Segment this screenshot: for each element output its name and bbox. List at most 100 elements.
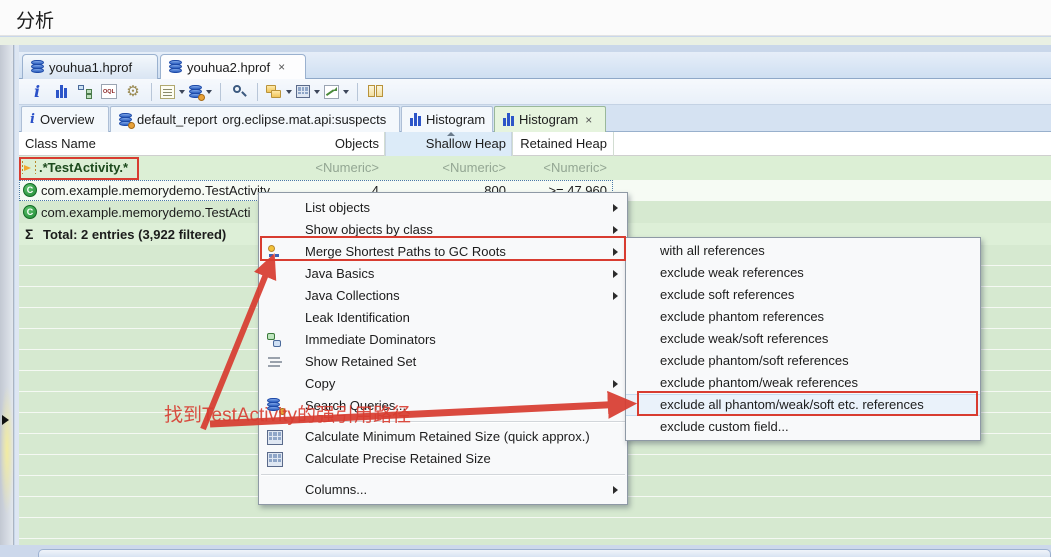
context-menu: List objects Show objects by class Merge… — [258, 192, 628, 505]
group-icon — [266, 84, 282, 99]
chevron-down-icon — [179, 89, 185, 94]
histogram-icon — [410, 113, 421, 126]
close-tab-icon[interactable]: × — [585, 113, 592, 127]
dominators-icon — [267, 333, 283, 348]
find-button[interactable] — [229, 82, 249, 102]
tab-youhua2[interactable]: youhua2.hprof × — [160, 54, 306, 79]
tab-label: Histogram — [519, 112, 579, 127]
query-list-button[interactable] — [160, 82, 185, 102]
restore-panel-arrow-icon[interactable] — [2, 415, 9, 425]
rail-highlight — [0, 385, 14, 515]
menu-item-show-retained-set[interactable]: Show Retained Set — [259, 351, 627, 373]
submenu-arrow-icon — [613, 380, 618, 388]
submenu-item-exclude-weak[interactable]: exclude weak references — [626, 262, 980, 284]
filter-icon — [22, 161, 36, 174]
mat-window: 分析 youhua1.hprof youhua2.hprof × i OQL ⚙ — [0, 0, 1051, 557]
db-gear-icon — [189, 84, 205, 101]
calculator-icon — [267, 452, 283, 467]
menu-item-java-basics[interactable]: Java Basics — [259, 263, 627, 285]
toolbar-separator — [151, 82, 152, 101]
percentage-view-button[interactable] — [324, 82, 349, 102]
total-text: Total: 2 entries (3,922 filtered) — [43, 227, 227, 242]
search-queries-dropdown-button[interactable] — [189, 82, 212, 102]
close-tab-icon[interactable]: × — [278, 60, 285, 74]
submenu-arrow-icon — [613, 226, 618, 234]
tab-label: Histogram — [426, 112, 486, 127]
filter-row[interactable]: .*TestActivity.* <Numeric> <Numeric> <Nu… — [19, 156, 1051, 180]
menu-item-columns[interactable]: Columns... — [259, 479, 627, 501]
submenu-arrow-icon — [613, 204, 618, 212]
menu-item-merge-shortest-paths[interactable]: Merge Shortest Paths to GC Roots — [259, 241, 627, 263]
tab-sublabel: org.eclipse.mat.api:suspects — [222, 112, 387, 127]
minimized-bottom-panel[interactable] — [38, 549, 1051, 557]
oql-icon: OQL — [101, 84, 117, 99]
sigma-icon: Σ — [25, 226, 34, 242]
column-retained-heap[interactable]: Retained Heap — [459, 132, 607, 156]
filter-retained-input[interactable]: <Numeric> — [459, 156, 607, 180]
filter-pattern-input[interactable]: .*TestActivity.* — [39, 160, 128, 175]
chart-icon — [324, 84, 339, 99]
tab-histogram-1[interactable]: Histogram — [401, 106, 493, 132]
tab-youhua1[interactable]: youhua1.hprof — [22, 54, 158, 79]
chevron-down-icon — [286, 89, 292, 94]
oql-button[interactable]: OQL — [99, 82, 119, 102]
submenu-item-exclude-all-etc[interactable]: exclude all phantom/weak/soft etc. refer… — [626, 394, 980, 416]
submenu-arrow-icon — [613, 486, 618, 494]
tab-histogram-2[interactable]: Histogram × — [494, 106, 606, 132]
dominator-tree-icon — [77, 84, 93, 99]
report-db-icon — [119, 112, 135, 129]
menu-item-calc-minimum-retained[interactable]: Calculate Minimum Retained Size (quick a… — [259, 426, 627, 448]
minimized-view-rail[interactable] — [0, 45, 14, 557]
submenu-item-exclude-custom-field[interactable]: exclude custom field... — [626, 416, 980, 438]
chevron-down-icon — [314, 89, 320, 94]
submenu-item-exclude-weak-soft[interactable]: exclude weak/soft references — [626, 328, 980, 350]
page-title: 分析 — [16, 11, 55, 32]
menu-item-leak-identification[interactable]: Leak Identification — [259, 307, 627, 329]
submenu-item-exclude-phantom-weak[interactable]: exclude phantom/weak references — [626, 372, 980, 394]
group-by-button[interactable] — [266, 82, 292, 102]
menu-item-calc-precise-retained[interactable]: Calculate Precise Retained Size — [259, 448, 627, 470]
heap-dump-icon — [169, 60, 182, 74]
submenu-item-exclude-soft[interactable]: exclude soft references — [626, 284, 980, 306]
window-titlebar: 分析 — [0, 0, 1051, 36]
editor-tabstrip: youhua1.hprof youhua2.hprof × — [19, 52, 1051, 79]
calculator-button[interactable] — [296, 82, 320, 102]
tab-overview[interactable]: i Overview — [21, 106, 109, 132]
class-name-cell: com.example.memorydemo.TestActi — [41, 205, 251, 220]
class-icon: C — [23, 205, 37, 219]
menu-item-immediate-dominators[interactable]: Immediate Dominators — [259, 329, 627, 351]
chevron-down-icon — [206, 89, 212, 94]
calculator-icon — [267, 430, 283, 445]
editor-toolbar: i OQL ⚙ — [19, 79, 1051, 105]
dominator-tree-button[interactable] — [75, 82, 95, 102]
info-icon: i — [33, 82, 41, 101]
gc-roots-icon — [267, 245, 283, 260]
menu-item-copy[interactable]: Copy — [259, 373, 627, 395]
histogram-button[interactable] — [51, 82, 71, 102]
compare-columns-button[interactable] — [366, 82, 386, 102]
submenu-arrow-icon — [613, 248, 618, 256]
submenu-item-exclude-phantom[interactable]: exclude phantom references — [626, 306, 980, 328]
submenu-item-exclude-phantom-soft[interactable]: exclude phantom/soft references — [626, 350, 980, 372]
tab-default-report[interactable]: default_report org.eclipse.mat.api:suspe… — [110, 106, 400, 132]
column-class-name[interactable]: Class Name — [25, 136, 96, 151]
info-button[interactable]: i — [27, 82, 47, 102]
class-icon: C — [23, 183, 37, 197]
info-icon: i — [30, 112, 35, 127]
expert-menu-button[interactable]: ⚙ — [123, 82, 143, 102]
menu-separator — [261, 474, 625, 475]
histogram-icon — [503, 113, 514, 126]
submenu-arrow-icon — [613, 270, 618, 278]
result-tabstrip: i Overview default_report org.eclipse.ma… — [19, 105, 1051, 132]
menu-item-java-collections[interactable]: Java Collections — [259, 285, 627, 307]
tab-label: youhua1.hprof — [49, 59, 133, 75]
toolbar-separator — [357, 82, 358, 101]
gear-icon: ⚙ — [126, 83, 140, 100]
tab-label: Overview — [39, 112, 95, 127]
menu-item-list-objects[interactable]: List objects — [259, 197, 627, 219]
columns-icon — [368, 85, 384, 98]
search-icon — [232, 84, 247, 99]
menu-item-show-objects-by-class[interactable]: Show objects by class — [259, 219, 627, 241]
chevron-down-icon — [343, 89, 349, 94]
submenu-item-with-all-references[interactable]: with all references — [626, 240, 980, 262]
